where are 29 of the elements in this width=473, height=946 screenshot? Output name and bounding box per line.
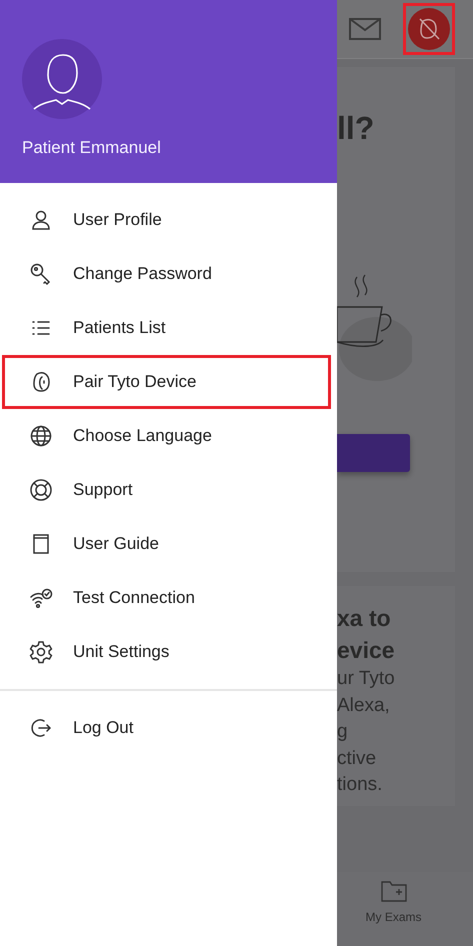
menu-item[interactable]: Pair Tyto Device [2, 355, 331, 409]
menu-item[interactable]: Test Connection [0, 571, 331, 625]
card-title: xa to [337, 604, 391, 633]
folder-icon[interactable] [380, 880, 406, 902]
avatar-icon [22, 39, 102, 119]
card-title: evice [337, 636, 395, 665]
menu-item[interactable]: Patients List [0, 301, 331, 355]
menu-item[interactable]: Log Out [0, 701, 331, 755]
menu-item[interactable]: User Guide [0, 517, 331, 571]
card-title: ll? [337, 110, 374, 147]
logout-icon [29, 716, 53, 740]
card-text: Alexa, [337, 694, 390, 718]
wifi-check-icon [29, 586, 53, 610]
card-text: g [337, 720, 348, 744]
card-text: ctive [337, 746, 376, 770]
menu-item[interactable]: Unit Settings [0, 625, 331, 679]
menu-item[interactable]: Support [0, 463, 331, 517]
globe-icon [29, 424, 53, 448]
key-icon [29, 262, 53, 286]
mail-icon[interactable] [349, 17, 381, 41]
card-text: tions. [337, 773, 382, 797]
menu-item[interactable]: Change Password [0, 247, 331, 301]
menu-item[interactable]: Choose Language [0, 409, 331, 463]
card-text: ur Tyto [337, 667, 395, 691]
menu-item[interactable]: User Profile [0, 193, 331, 247]
device-status-button[interactable] [403, 3, 455, 55]
gear-icon [29, 640, 53, 664]
lifebuoy-icon [29, 478, 53, 502]
user-name: Patient Emmanuel [22, 138, 161, 158]
